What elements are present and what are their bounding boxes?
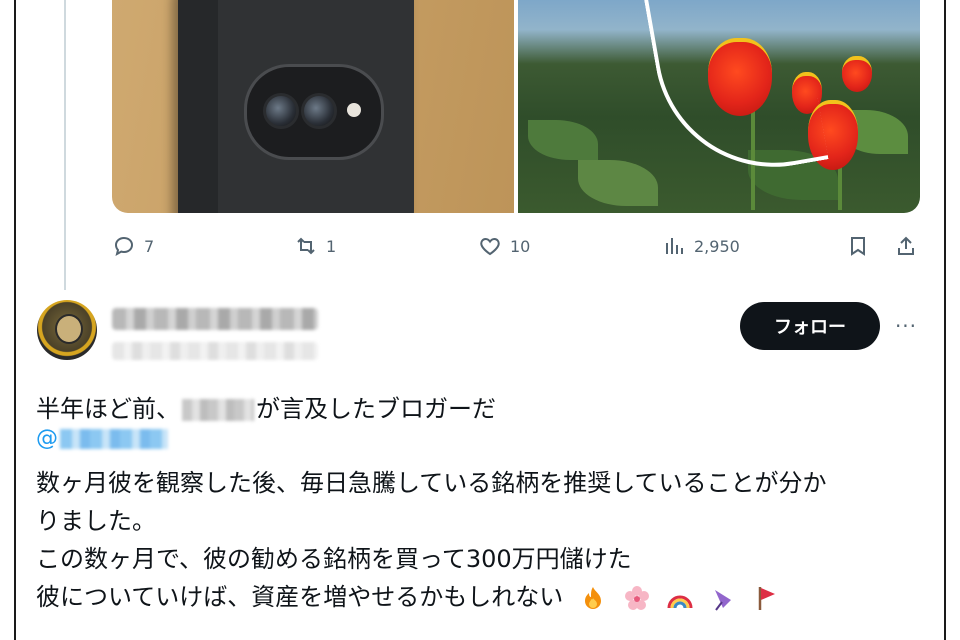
reply-button[interactable]: 7 xyxy=(112,234,154,258)
like-button[interactable]: 10 xyxy=(478,234,530,258)
share-button[interactable] xyxy=(894,234,918,258)
phone-edge-shape xyxy=(178,0,218,213)
views-button[interactable]: 2,950 xyxy=(662,234,740,258)
heart-icon xyxy=(480,237,500,256)
handle-redacted[interactable] xyxy=(112,342,318,360)
left-frame-border xyxy=(0,0,16,640)
leaf-shape xyxy=(528,120,598,160)
redacted-mention xyxy=(60,428,168,449)
bookmark-button[interactable] xyxy=(846,234,870,258)
thread-line xyxy=(64,0,66,290)
camera-bar xyxy=(244,64,384,160)
tweet-line-3: りました。 xyxy=(36,507,156,535)
redacted-name xyxy=(182,399,254,421)
bookmark-icon xyxy=(851,237,865,256)
retweet-count: 1 xyxy=(326,236,337,256)
reply-count: 7 xyxy=(144,236,155,256)
avatar-face-shape xyxy=(55,314,83,344)
tulip-shape xyxy=(842,56,872,92)
cherry-blossom-icon xyxy=(624,586,649,610)
right-frame-border xyxy=(944,0,960,640)
avatar[interactable] xyxy=(37,300,97,360)
tweet-text-segment: が言及したブロガーだ xyxy=(256,395,496,423)
mention-link[interactable]: @ xyxy=(36,426,168,451)
analytics-icon xyxy=(666,238,683,254)
like-count: 10 xyxy=(510,236,531,256)
display-name-redacted[interactable] xyxy=(112,308,318,330)
view-count: 2,950 xyxy=(694,236,740,256)
fire-icon xyxy=(584,587,601,609)
tweet-line-1: 半年ほど前、 が言及したブロガーだ xyxy=(36,390,496,428)
tulip-photo[interactable] xyxy=(518,0,920,213)
camera-lens xyxy=(263,93,299,129)
red-flag-icon xyxy=(759,587,776,610)
action-bar: 7 1 10 2,950 xyxy=(112,234,920,264)
reply-icon xyxy=(114,236,134,257)
media-grid xyxy=(112,0,920,213)
more-options-icon[interactable]: ··· xyxy=(892,312,920,340)
camera-lens xyxy=(301,93,337,129)
follow-button[interactable]: フォロー xyxy=(740,302,880,350)
retweet-button[interactable]: 1 xyxy=(294,234,336,258)
share-icon xyxy=(898,236,914,255)
white-arc-stroke xyxy=(641,0,829,186)
tweet-line-2: 数ヶ月彼を観察した後、毎日急騰している銘柄を推奨していることが分か xyxy=(36,469,827,497)
leaf-shape xyxy=(578,160,658,206)
rainbow-icon xyxy=(667,595,693,609)
mention-prefix: @ xyxy=(36,426,58,451)
phone-photo[interactable] xyxy=(112,0,514,213)
tweet-text-segment: 半年ほど前、 xyxy=(36,395,180,423)
retweet-icon xyxy=(297,237,315,255)
tweet-text-segment: 彼についていけば、資産を増やせるかもしれない xyxy=(36,583,564,611)
camera-flash xyxy=(347,103,361,117)
tweet-line-5: 彼についていけば、資産を増やせるかもしれない xyxy=(36,578,781,616)
umbrella-icon xyxy=(714,590,731,611)
tweet-line-4: この数ヶ月で、彼の勧める銘柄を買って300万円儲けた xyxy=(36,545,632,573)
